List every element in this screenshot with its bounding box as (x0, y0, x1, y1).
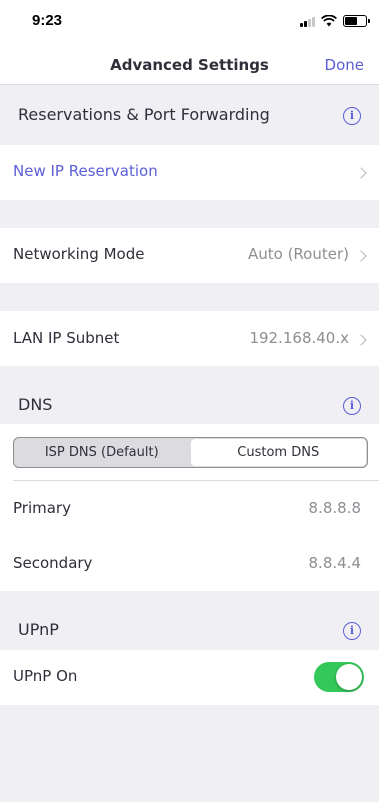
dns-secondary-label: Secondary (13, 554, 93, 572)
dns-secondary-value: 8.8.4.4 (308, 554, 361, 572)
battery-icon (343, 15, 370, 27)
networking-mode-label: Networking Mode (13, 245, 145, 263)
done-button[interactable]: Done (325, 56, 364, 74)
dns-primary-value: 8.8.8.8 (308, 499, 361, 517)
status-time: 9:23 (32, 12, 63, 29)
section-title: Reservations & Port Forwarding (18, 105, 270, 124)
chevron-right-icon (355, 250, 367, 262)
segment-isp-dns[interactable]: ISP DNS (Default) (14, 438, 190, 467)
dns-segmented-control[interactable]: ISP DNS (Default) Custom DNS (13, 437, 368, 468)
info-icon[interactable]: i (343, 107, 361, 125)
lan-ip-subnet-value: 192.168.40.x (249, 329, 349, 347)
section-title: DNS (18, 395, 53, 414)
networking-mode-row[interactable]: Networking Mode Auto (Router) (0, 228, 379, 283)
section-title: UPnP (18, 620, 59, 639)
dns-secondary-row[interactable]: Secondary 8.8.4.4 (0, 536, 379, 591)
section-header-dns: DNS i (0, 366, 379, 424)
lan-ip-subnet-row[interactable]: LAN IP Subnet 192.168.40.x (0, 311, 379, 366)
status-icons (300, 14, 370, 28)
new-ip-reservation-row[interactable]: New IP Reservation (0, 145, 379, 200)
cellular-signal-icon (300, 16, 315, 27)
section-header-reservations: Reservations & Port Forwarding i (0, 86, 379, 145)
upnp-toggle-label: UPnP On (13, 667, 78, 685)
status-bar: 9:23 (0, 0, 379, 44)
toggle-knob (336, 664, 362, 690)
dns-primary-label: Primary (13, 499, 71, 517)
nav-bar: Advanced Settings Done (0, 44, 379, 85)
networking-mode-value: Auto (Router) (247, 245, 349, 263)
info-icon[interactable]: i (343, 622, 361, 640)
chevron-right-icon (355, 167, 367, 179)
dns-primary-row[interactable]: Primary 8.8.8.8 (0, 481, 379, 536)
new-ip-reservation-label: New IP Reservation (13, 162, 158, 180)
upnp-toggle-switch[interactable] (314, 662, 364, 692)
segment-custom-dns[interactable]: Custom DNS (190, 439, 366, 466)
section-header-upnp: UPnP i (0, 591, 379, 650)
page-title: Advanced Settings (110, 56, 269, 74)
lan-ip-subnet-label: LAN IP Subnet (13, 329, 120, 347)
wifi-icon (321, 15, 337, 27)
chevron-right-icon (355, 334, 367, 346)
info-icon[interactable]: i (343, 397, 361, 415)
